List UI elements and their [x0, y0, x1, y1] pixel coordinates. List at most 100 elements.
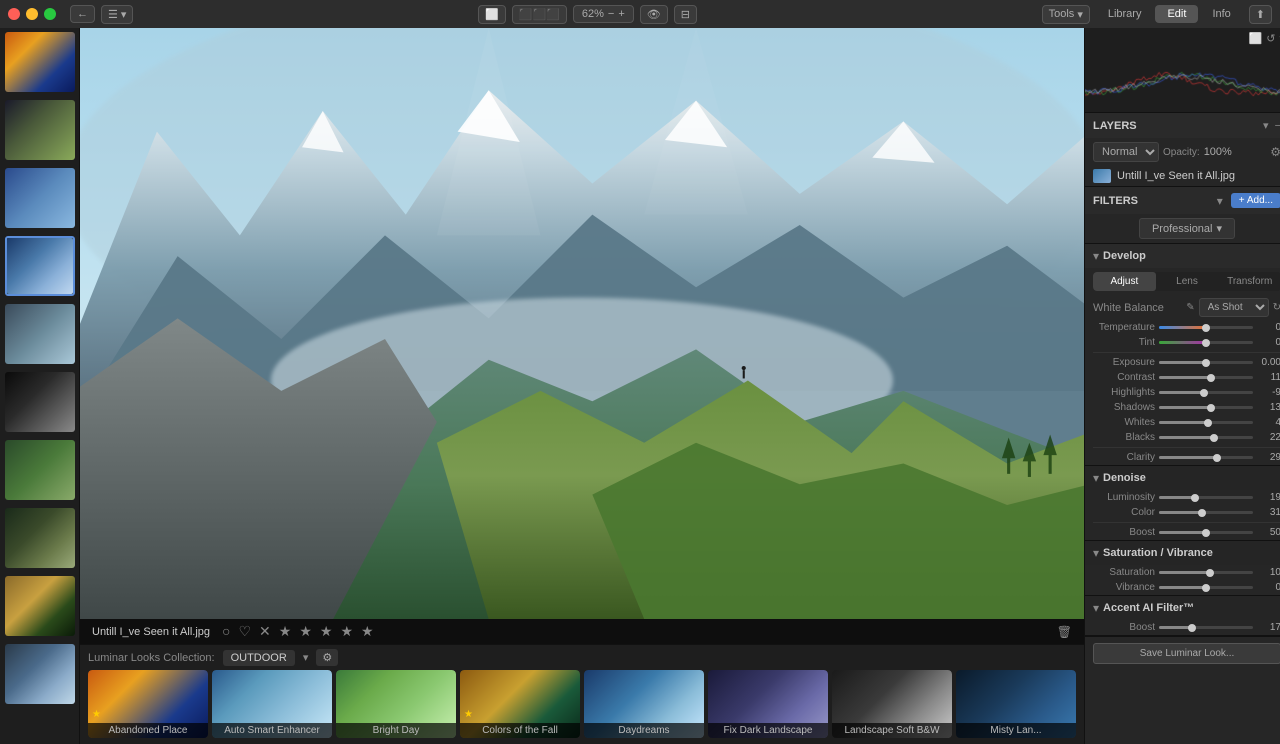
trash-button[interactable]: 🗑 [1057, 625, 1072, 639]
nav-tabs: Library Edit Info [1096, 5, 1243, 23]
filmstrip-thumb-1[interactable] [5, 32, 75, 92]
wb-edit-icon[interactable]: ✎ [1186, 302, 1194, 313]
star-5[interactable]: ★ [361, 623, 374, 640]
close-button[interactable] [8, 8, 20, 20]
look-item-2[interactable]: Bright Day [336, 670, 456, 738]
highlights-slider[interactable] [1159, 391, 1253, 394]
reject-icon[interactable]: ✕ [259, 623, 271, 640]
star-4[interactable]: ★ [340, 623, 353, 640]
tab-adjust[interactable]: Adjust [1093, 272, 1156, 291]
filmstrip-thumb-7[interactable] [5, 440, 75, 500]
temperature-slider[interactable] [1159, 326, 1253, 329]
look-item-6[interactable]: Landscape Soft B&W [832, 670, 952, 738]
filmstrip-thumb-4[interactable] [5, 236, 75, 296]
canvas-mode-button[interactable]: ⬜ [478, 5, 506, 24]
layer-row: Untill I_ve Seen it All.jpg [1085, 166, 1280, 186]
look-item-5[interactable]: Fix Dark Landscape [708, 670, 828, 738]
vibrance-slider[interactable] [1159, 586, 1253, 589]
divider-2 [1093, 447, 1280, 448]
zoom-plus[interactable]: + [618, 8, 624, 20]
looks-settings-button[interactable]: ⚙ [316, 649, 338, 666]
look-item-7[interactable]: Misty Lan... [956, 670, 1076, 738]
layers-chevron: ▾ [1263, 119, 1269, 132]
looks-collection-selector[interactable]: OUTDOOR [223, 650, 295, 666]
eye-button[interactable]: 👁 [640, 5, 668, 24]
look-item-1[interactable]: Auto Smart Enhancer [212, 670, 332, 738]
filmstrip-thumb-9[interactable] [5, 576, 75, 636]
filters-section: FILTERS ▾ + Add... Professional ▾ [1085, 187, 1280, 244]
layers-minus[interactable]: − [1275, 120, 1280, 132]
list-button[interactable]: ☰ ▾ [101, 5, 133, 24]
develop-header[interactable]: ▾ Develop [1085, 244, 1280, 268]
luminosity-value: 19 [1257, 492, 1280, 503]
zoom-control[interactable]: 62% − + [573, 5, 634, 23]
look-item-3[interactable]: Colors of the Fall★ [460, 670, 580, 738]
whites-slider[interactable] [1159, 421, 1253, 424]
star-3[interactable]: ★ [320, 623, 333, 640]
accent-ai-arrow: ▾ [1093, 601, 1099, 615]
edit-tab[interactable]: Edit [1155, 5, 1198, 23]
wb-select[interactable]: As Shot [1199, 298, 1269, 317]
blend-mode-select[interactable]: Normal [1093, 142, 1159, 162]
color-slider[interactable] [1159, 511, 1253, 514]
library-tab[interactable]: Library [1096, 5, 1154, 23]
accent-boost-value: 17 [1257, 622, 1280, 633]
denoise-header[interactable]: ▾ Denoise [1085, 466, 1280, 490]
blacks-slider[interactable] [1159, 436, 1253, 439]
star-2[interactable]: ★ [299, 623, 312, 640]
clarity-slider[interactable] [1159, 456, 1253, 459]
info-tab[interactable]: Info [1200, 5, 1242, 23]
filmstrip-thumb-3[interactable] [5, 168, 75, 228]
minimize-button[interactable] [26, 8, 38, 20]
wb-refresh-icon[interactable]: ↻ [1273, 302, 1280, 313]
accent-ai-section: ▾ Accent AI Filter™ Boost 17 [1085, 596, 1280, 636]
contrast-slider[interactable] [1159, 376, 1253, 379]
titlebar: ← ☰ ▾ ⬜ ⬛⬛⬛ 62% − + 👁 ⊟ Tools ▾ Library … [0, 0, 1280, 28]
add-filter-button[interactable]: + Add... [1231, 193, 1280, 208]
accent-boost-slider[interactable] [1159, 626, 1253, 629]
histogram-icon-1[interactable]: ⬜ [1249, 32, 1263, 45]
accent-boost-label: Boost [1093, 622, 1155, 633]
main-image-container [80, 28, 1084, 619]
denoise-boost-slider[interactable] [1159, 531, 1253, 534]
tint-slider[interactable] [1159, 341, 1253, 344]
view-options-button[interactable]: ⬛⬛⬛ [512, 5, 567, 24]
layers-header[interactable]: LAYERS ▾ − [1085, 113, 1280, 138]
circle-icon[interactable]: ○ [222, 623, 230, 640]
export-button[interactable]: ⬆ [1249, 5, 1272, 24]
denoise-arrow: ▾ [1093, 471, 1099, 485]
filmstrip-thumb-6[interactable] [5, 372, 75, 432]
zoom-minus[interactable]: − [608, 8, 614, 20]
luminosity-slider[interactable] [1159, 496, 1253, 499]
histogram-icons: ⬜ ↺ ▾ [1249, 32, 1280, 45]
compare-button[interactable]: ⊟ [674, 5, 697, 24]
filmstrip-thumb-10[interactable] [5, 644, 75, 704]
look-item-4[interactable]: Daydreams [584, 670, 704, 738]
shadows-slider[interactable] [1159, 406, 1253, 409]
tab-lens[interactable]: Lens [1156, 272, 1219, 291]
save-luminar-look-button[interactable]: Save Luminar Look... [1093, 643, 1280, 664]
filmstrip-thumb-2[interactable] [5, 100, 75, 160]
saturation-slider[interactable] [1159, 571, 1253, 574]
whites-label: Whites [1093, 417, 1155, 428]
filter-mode-button[interactable]: Professional ▾ [1139, 218, 1235, 239]
back-button[interactable]: ← [70, 5, 95, 23]
exposure-slider[interactable] [1159, 361, 1253, 364]
temperature-slider-row: Temperature 0 [1085, 320, 1280, 335]
clarity-value: 29 [1257, 452, 1280, 463]
looks-collection-arrow[interactable]: ▾ [303, 651, 309, 664]
sat-vib-header[interactable]: ▾ Saturation / Vibrance [1085, 541, 1280, 565]
divider-3 [1093, 522, 1280, 523]
tab-transform[interactable]: Transform [1218, 272, 1280, 291]
filmstrip-thumb-8[interactable] [5, 508, 75, 568]
maximize-button[interactable] [44, 8, 56, 20]
star-1[interactable]: ★ [279, 623, 292, 640]
filmstrip-thumb-5[interactable] [5, 304, 75, 364]
tools-button[interactable]: Tools ▾ [1042, 5, 1090, 24]
layer-settings-icon[interactable]: ⚙ [1270, 145, 1280, 159]
heart-icon[interactable]: ♡ [238, 623, 251, 640]
histogram-icon-2[interactable]: ↺ [1266, 32, 1275, 45]
look-item-0[interactable]: Abandoned Place★ [88, 670, 208, 738]
look-star-0: ★ [92, 709, 101, 720]
accent-ai-header[interactable]: ▾ Accent AI Filter™ [1085, 596, 1280, 620]
